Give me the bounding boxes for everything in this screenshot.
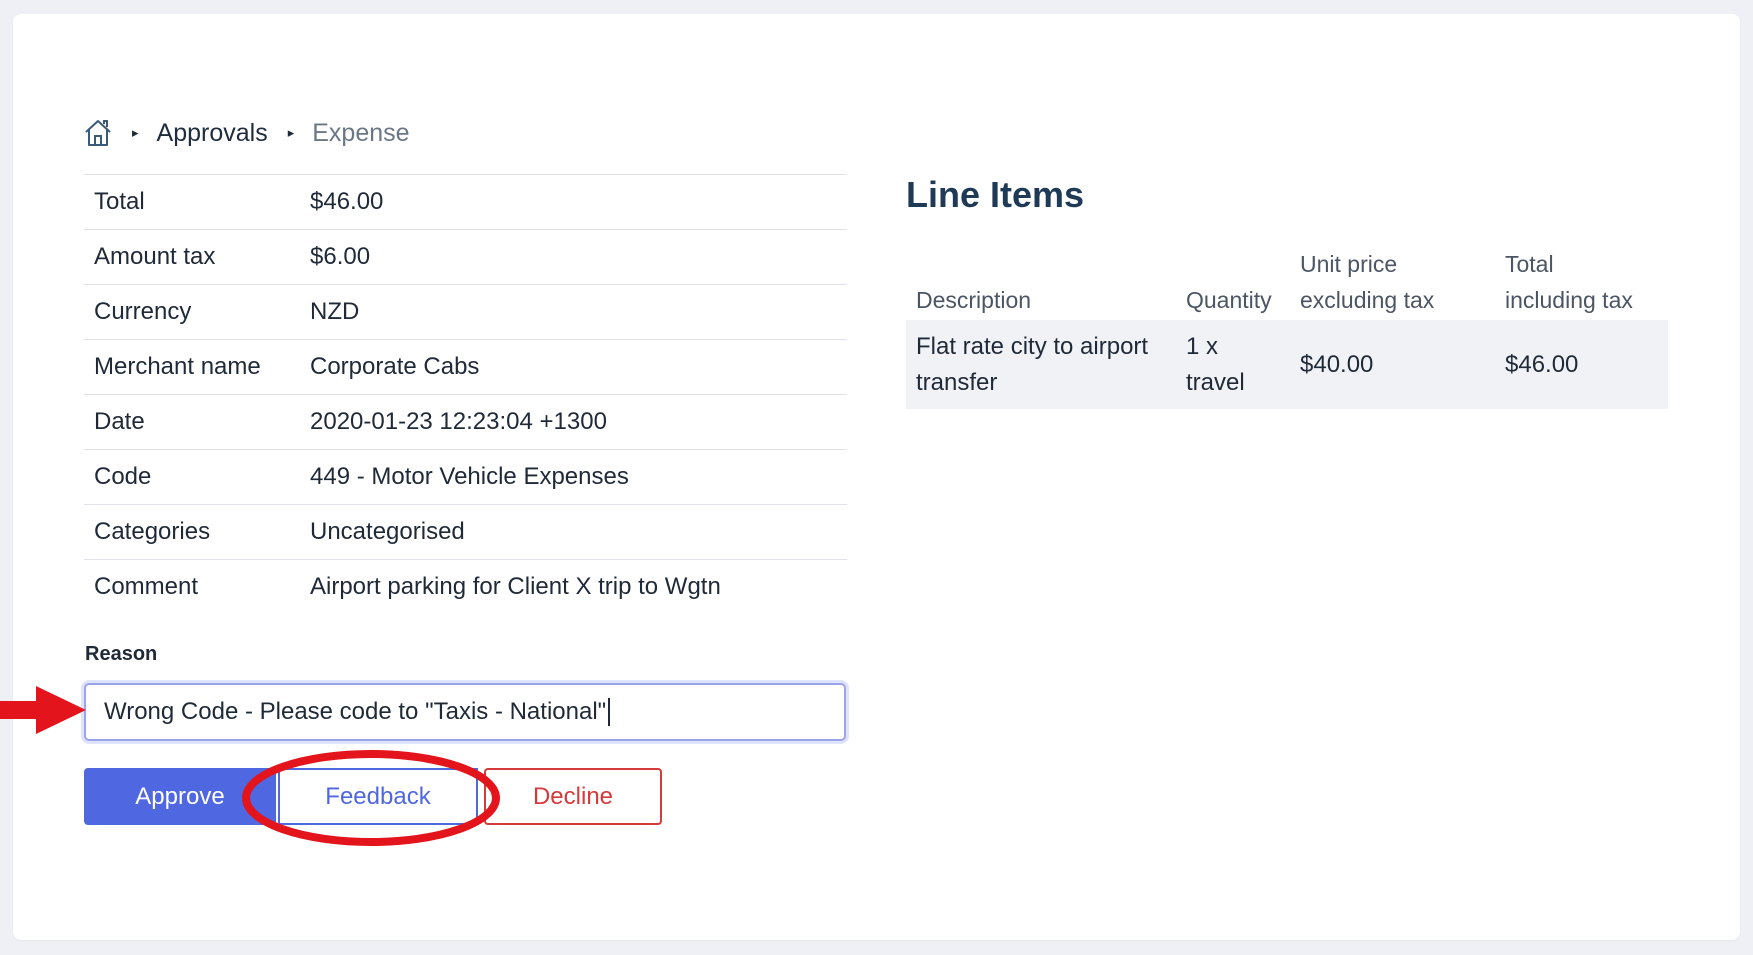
detail-row-comment: Comment Airport parking for Client X tri… [84, 560, 847, 614]
home-icon[interactable] [84, 118, 112, 148]
column-header-line: Total [1505, 251, 1554, 277]
detail-row-merchant-name: Merchant name Corporate Cabs [84, 340, 847, 395]
cell-line: Flat rate city to airport [916, 332, 1149, 360]
cell-line: 1 x [1186, 332, 1219, 360]
detail-label: Comment [94, 573, 199, 600]
cell-line: travel [1186, 368, 1245, 396]
expense-details-table: Total $46.00 Amount tax $6.00 Currency N… [84, 174, 847, 614]
column-header-total: Total including tax [1505, 246, 1668, 320]
detail-value: Corporate Cabs [310, 353, 480, 380]
detail-label: Merchant name [94, 353, 261, 380]
detail-value: 2020-01-23 12:23:04 +1300 [310, 408, 607, 435]
column-header-unit-price: Unit price excluding tax [1300, 246, 1505, 320]
column-header-line: Unit price [1300, 251, 1398, 277]
cell-quantity: 1 x travel [1186, 329, 1300, 401]
breadcrumb-separator: ▸ [287, 125, 295, 140]
detail-label: Date [94, 408, 145, 435]
table-row: Flat rate city to airport transfer 1 x t… [906, 320, 1668, 409]
detail-value: Uncategorised [310, 518, 465, 545]
detail-row-total: Total $46.00 [84, 175, 847, 230]
detail-value: NZD [310, 298, 360, 325]
column-header-line: including tax [1505, 287, 1633, 313]
breadcrumb: ▸ Approvals ▸ Expense [84, 116, 410, 150]
detail-label: Currency [94, 298, 192, 325]
reason-input-value: Wrong Code - Please code to "Taxis - Nat… [104, 698, 607, 725]
detail-value: Airport parking for Client X trip to Wgt… [310, 573, 721, 600]
line-items-table: Description Quantity Unit price excludin… [906, 236, 1668, 409]
detail-row-amount-tax: Amount tax $6.00 [84, 230, 847, 285]
breadcrumb-approvals[interactable]: Approvals [157, 119, 268, 148]
reason-label: Reason [85, 643, 158, 665]
decline-button[interactable]: Decline [484, 768, 662, 825]
detail-row-categories: Categories Uncategorised [84, 505, 847, 560]
detail-label: Code [94, 463, 152, 490]
cell-unit-price: $40.00 [1300, 350, 1374, 378]
text-caret [608, 698, 611, 726]
cell-description: Flat rate city to airport transfer [906, 329, 1186, 401]
column-header-description: Description [916, 287, 1032, 313]
detail-label: Total [94, 188, 145, 215]
detail-row-code: Code 449 - Motor Vehicle Expenses [84, 450, 847, 505]
column-header-line: excluding tax [1300, 287, 1435, 313]
detail-row-date: Date 2020-01-23 12:23:04 +1300 [84, 395, 847, 450]
line-items-title: Line Items [906, 174, 1085, 215]
annotation-arrow-icon [0, 686, 86, 734]
column-header-quantity: Quantity [1186, 287, 1272, 313]
cell-line: transfer [916, 368, 998, 396]
cell-total: $46.00 [1505, 350, 1579, 378]
detail-label: Categories [94, 518, 211, 545]
breadcrumb-expense: Expense [312, 118, 410, 147]
annotation-ellipse [242, 750, 500, 846]
detail-row-currency: Currency NZD [84, 285, 847, 340]
line-items-header: Description Quantity Unit price excludin… [906, 236, 1668, 320]
detail-label: Amount tax [94, 243, 216, 270]
breadcrumb-separator: ▸ [132, 125, 139, 140]
reason-input[interactable]: Wrong Code - Please code to "Taxis - Nat… [84, 683, 846, 741]
detail-value: $6.00 [310, 243, 371, 270]
detail-value: 449 - Motor Vehicle Expenses [310, 463, 629, 490]
detail-value: $46.00 [310, 188, 384, 215]
